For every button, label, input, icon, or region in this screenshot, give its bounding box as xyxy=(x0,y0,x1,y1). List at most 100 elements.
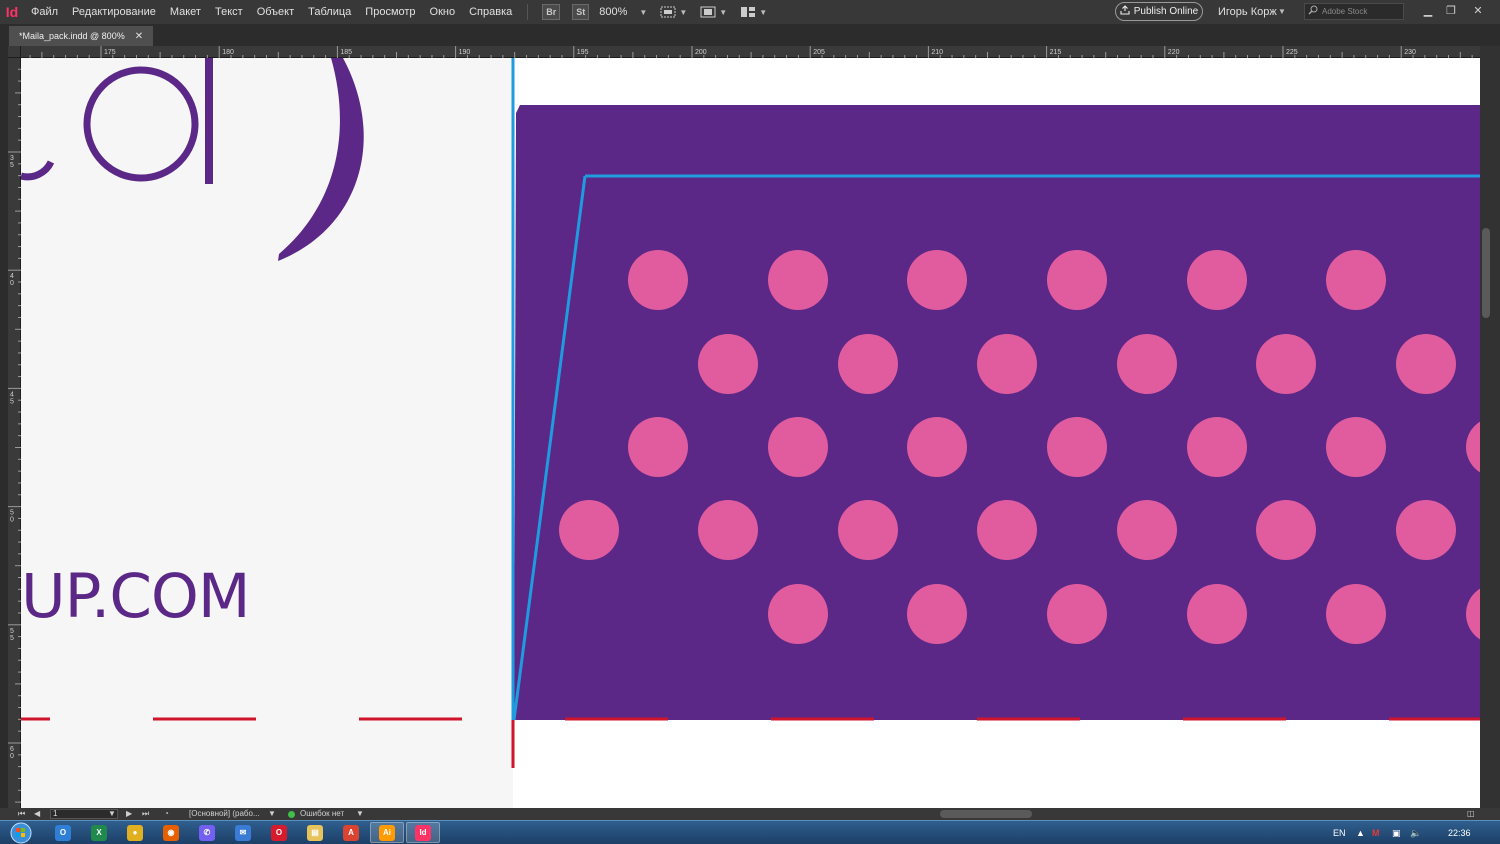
polka-dot xyxy=(1047,417,1107,477)
ruler-label: 0 xyxy=(10,517,14,524)
chevron-down-icon[interactable]: ▼ xyxy=(1278,0,1286,24)
zoom-dropdown-icon[interactable]: ▼ xyxy=(639,8,647,17)
polka-dot xyxy=(1117,334,1177,394)
polka-dot xyxy=(628,250,688,310)
menu-type[interactable]: Текст xyxy=(208,0,250,24)
show-hidden-icons[interactable]: ▲ xyxy=(1356,821,1365,844)
restore-button[interactable]: ❐ xyxy=(1440,0,1462,20)
adobe-stock-search[interactable] xyxy=(1304,3,1404,20)
taskbar-app-thunderbird[interactable]: ✉ xyxy=(226,822,260,843)
close-window-button[interactable]: ✕ xyxy=(1467,0,1489,20)
menu-layout[interactable]: Макет xyxy=(163,0,208,24)
arrange-dropdown-icon[interactable]: ▼ xyxy=(759,8,767,17)
ruler-label: 185 xyxy=(340,49,352,56)
clock[interactable]: 22:36 xyxy=(1448,821,1471,844)
gmail-notifier-icon[interactable]: M xyxy=(1372,821,1380,844)
ruler-origin[interactable] xyxy=(8,46,21,58)
toolbar-divider xyxy=(527,4,529,20)
polka-dot xyxy=(1396,500,1456,560)
user-account-menu[interactable]: Игорь Корж xyxy=(1218,0,1277,24)
ruler-label: 4 xyxy=(10,391,14,398)
ruler-label: 0 xyxy=(10,753,14,760)
menu-window[interactable]: Окно xyxy=(423,0,463,24)
publish-online-button[interactable]: Publish Online xyxy=(1115,2,1203,21)
acrobat-icon: A xyxy=(343,824,359,841)
taskbar-app-chrome[interactable]: ● xyxy=(118,822,152,843)
thunderbird-icon: ✉ xyxy=(235,824,251,841)
taskbar-app-explorer[interactable]: ▤ xyxy=(298,822,332,843)
polka-dot xyxy=(768,250,828,310)
windows-taskbar: O X ● ◉ ✆ ✉ O ▤ A Ai Id EN ▲ M ▣ 🔈 22:36 xyxy=(0,820,1500,844)
menu-help[interactable]: Справка xyxy=(462,0,519,24)
document-canvas[interactable]: UP.COM xyxy=(21,58,1480,808)
screen-mode-icon[interactable] xyxy=(700,5,716,19)
ruler-label: 200 xyxy=(695,49,707,56)
preflight-dropdown-icon[interactable]: ▼ xyxy=(356,808,364,820)
split-view-icon[interactable]: ◫ xyxy=(1467,808,1475,820)
windows-start-button[interactable] xyxy=(6,822,36,844)
first-page-icon[interactable]: ⏮ xyxy=(18,808,25,820)
menu-file[interactable]: Файл xyxy=(24,0,65,24)
polka-dot xyxy=(1326,250,1386,310)
publish-online-label: Publish Online xyxy=(1133,6,1199,17)
taskbar-app-illustrator[interactable]: Ai xyxy=(370,822,404,843)
zoom-level[interactable]: 800% xyxy=(599,6,627,18)
horizontal-scrollbar-thumb[interactable] xyxy=(940,810,1032,818)
next-page-icon[interactable]: ▶ xyxy=(126,808,132,820)
network-icon[interactable]: ▣ xyxy=(1392,821,1401,844)
vertical-scrollbar-thumb[interactable] xyxy=(1482,228,1490,318)
tools-gutter xyxy=(0,46,8,808)
taskbar-app-opera[interactable]: O xyxy=(262,822,296,843)
screen-mode-dropdown-icon[interactable]: ▼ xyxy=(719,8,727,17)
polka-dot xyxy=(1326,417,1386,477)
polka-dot xyxy=(838,500,898,560)
document-tab-title: *Maila_pack.indd @ 800% xyxy=(19,31,125,41)
document-tab[interactable]: *Maila_pack.indd @ 800% ✕ xyxy=(9,26,154,46)
stock-button[interactable]: St xyxy=(572,4,590,20)
polka-dot xyxy=(1187,250,1247,310)
bridge-button[interactable]: Br xyxy=(542,4,561,20)
ruler-label: 5 xyxy=(10,635,14,642)
volume-icon[interactable]: 🔈 xyxy=(1410,821,1421,844)
master-dropdown-icon[interactable]: ▼ xyxy=(268,808,276,820)
taskbar-app-outlook[interactable]: O xyxy=(46,822,80,843)
status-bar: ⏮ ◀ 1 ▼ ▶ ⏭ ◔ [Основной] (рабо... ▼ Ошиб… xyxy=(0,808,1500,820)
polka-dot xyxy=(1256,334,1316,394)
preflight-profile-icon[interactable]: ◔ xyxy=(164,808,169,820)
logo-parenthesis xyxy=(278,58,364,261)
view-options-dropdown-icon[interactable]: ▼ xyxy=(679,8,687,17)
menu-table[interactable]: Таблица xyxy=(301,0,358,24)
search-input[interactable] xyxy=(1322,7,1400,16)
minimize-button[interactable]: ▁ xyxy=(1417,0,1439,20)
close-tab-icon[interactable]: ✕ xyxy=(135,31,143,42)
menu-view[interactable]: Просмотр xyxy=(358,0,422,24)
horizontal-ruler[interactable]: 175 180 185 190 195 200 205 210 215 220 225 230 xyxy=(21,46,1480,58)
website-url-text[interactable]: UP.COM xyxy=(21,566,251,627)
vertical-ruler[interactable]: 354045505560 xyxy=(8,58,21,808)
last-page-icon[interactable]: ⏭ xyxy=(142,808,149,820)
ruler-label: 210 xyxy=(931,49,943,56)
ruler-label: 220 xyxy=(1168,49,1180,56)
ruler-label: 5 xyxy=(10,510,14,517)
taskbar-app-acrobat[interactable]: A xyxy=(334,822,368,843)
ruler-label: 5 xyxy=(10,628,14,635)
menu-object[interactable]: Объект xyxy=(250,0,301,24)
view-options-icon[interactable] xyxy=(660,5,676,19)
ruler-label: 5 xyxy=(10,398,14,405)
arrange-documents-icon[interactable] xyxy=(740,5,756,19)
prev-page-icon[interactable]: ◀ xyxy=(34,808,40,820)
taskbar-app-firefox[interactable]: ◉ xyxy=(154,822,188,843)
vertical-scrollbar[interactable] xyxy=(1480,46,1500,808)
master-page-status[interactable]: [Основной] (рабо... xyxy=(189,808,260,820)
language-indicator[interactable]: EN xyxy=(1333,821,1346,844)
ruler-label: 180 xyxy=(222,49,234,56)
polka-dot xyxy=(559,500,619,560)
explorer-icon: ▤ xyxy=(307,824,323,841)
page-dropdown-icon[interactable]: ▼ xyxy=(108,808,116,820)
taskbar-app-viber[interactable]: ✆ xyxy=(190,822,224,843)
page-artwork xyxy=(21,58,1480,808)
preflight-status[interactable]: Ошибок нет xyxy=(300,808,344,820)
menu-edit[interactable]: Редактирование xyxy=(65,0,163,24)
taskbar-app-indesign[interactable]: Id xyxy=(406,822,440,843)
taskbar-app-excel[interactable]: X xyxy=(82,822,116,843)
